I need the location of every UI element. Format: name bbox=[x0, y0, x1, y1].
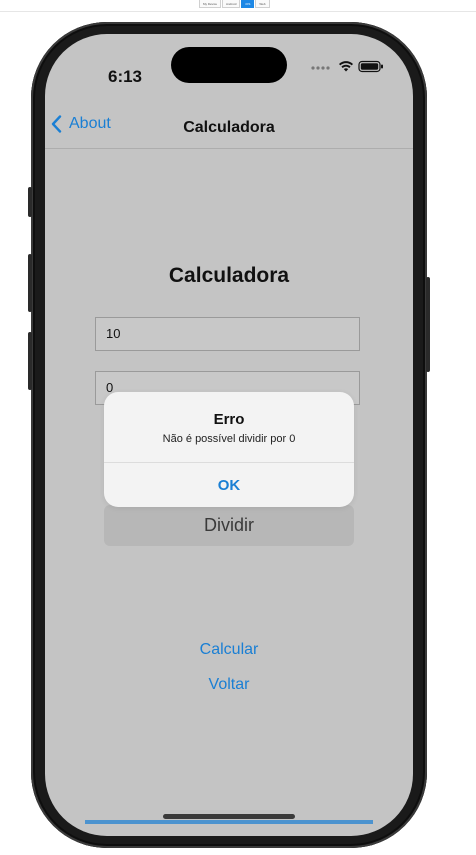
nav-title: Calculadora bbox=[183, 119, 275, 136]
home-indicator[interactable] bbox=[163, 814, 295, 819]
alert-message: Não é possível dividir por 0 bbox=[162, 433, 296, 445]
page-title: Calculadora bbox=[168, 264, 290, 287]
preview-tab-bar: My Device Android iOS Web bbox=[199, 0, 270, 8]
status-time: 6:13 bbox=[107, 67, 143, 86]
alert-divider bbox=[104, 462, 354, 463]
phone-screen: 6:13 About Calculadora Calculadora 10 0 … bbox=[45, 34, 413, 836]
signal-dots-icon bbox=[311, 66, 330, 70]
action-button bbox=[28, 187, 32, 217]
volume-down-button bbox=[28, 332, 32, 390]
calculate-button[interactable]: Calcular bbox=[45, 641, 413, 659]
back-link-button[interactable]: Voltar bbox=[45, 676, 413, 694]
preview-tab-ios[interactable]: iOS bbox=[241, 0, 255, 8]
phone-frame: 6:13 About Calculadora Calculadora 10 0 … bbox=[28, 22, 430, 848]
navigation-bar: About Calculadora bbox=[45, 102, 413, 149]
tab-bar-edge bbox=[85, 820, 373, 824]
alert-title: Erro bbox=[213, 411, 245, 428]
error-alert-dialog: Erro Não é possível dividir por 0 OK bbox=[104, 392, 354, 507]
preview-tab-web[interactable]: Web bbox=[255, 0, 270, 8]
operation-picker-button[interactable]: Dividir bbox=[104, 505, 354, 546]
power-button bbox=[426, 277, 430, 372]
dynamic-island bbox=[171, 47, 287, 83]
preview-tab-my-device[interactable]: My Device bbox=[199, 0, 222, 8]
divider bbox=[0, 11, 476, 12]
status-icons bbox=[311, 60, 383, 73]
battery-icon bbox=[358, 60, 383, 73]
wifi-icon bbox=[339, 61, 353, 72]
first-number-input[interactable]: 10 bbox=[95, 317, 360, 351]
volume-up-button bbox=[28, 254, 32, 312]
alert-ok-button[interactable]: OK bbox=[104, 477, 354, 494]
preview-tab-android[interactable]: Android bbox=[222, 0, 241, 8]
